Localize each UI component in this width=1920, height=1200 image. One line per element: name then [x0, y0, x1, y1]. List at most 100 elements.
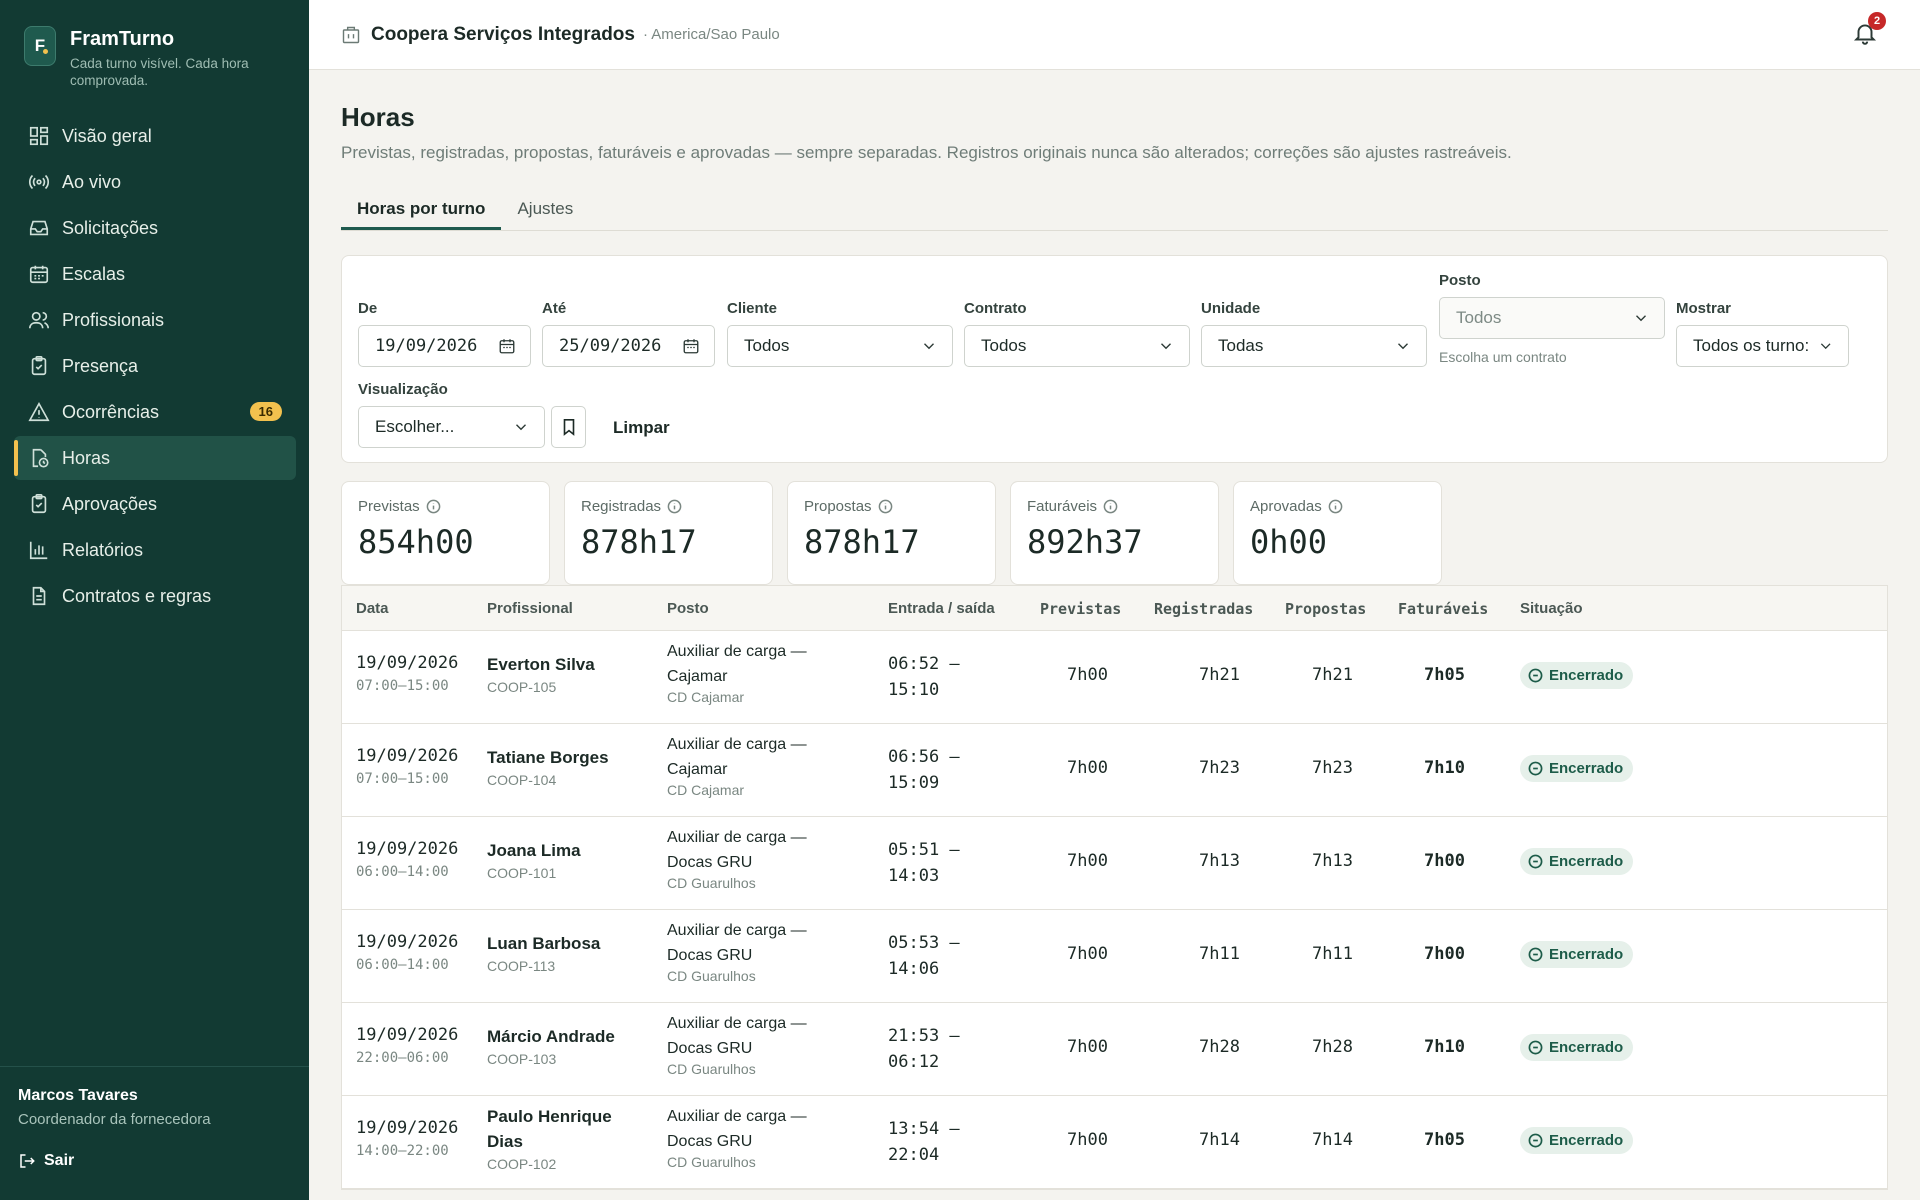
table-row[interactable]: 19/09/2026 06:00–14:00 Joana Lima COOP-1…	[342, 817, 1887, 910]
column-header-previstas[interactable]: Previstas	[1040, 600, 1121, 618]
tab-ajustes[interactable]: Ajustes	[501, 189, 589, 230]
column-header-situacao[interactable]: Situação	[1520, 600, 1583, 617]
cell-in-out: 13:54 – 22:04	[888, 1116, 978, 1168]
notifications-button[interactable]: 2	[1852, 12, 1886, 48]
column-header-data[interactable]: Data	[356, 600, 389, 617]
table-row[interactable]: 19/09/2026 07:00–15:00 Tatiane Borges CO…	[342, 724, 1887, 817]
date-to-input[interactable]: 25/09/2026	[542, 325, 715, 367]
in-out-times: 21:53 – 06:12	[888, 1023, 978, 1075]
sidebar-item-label: Presença	[62, 355, 139, 376]
saved-view-select[interactable]: Escolher...	[358, 406, 545, 448]
kpi-label: Propostas	[804, 498, 872, 515]
filter-contract-label: Contrato	[964, 300, 1027, 317]
professional-name[interactable]: Everton Silva	[487, 652, 637, 677]
filter-client: Cliente Todos	[727, 300, 953, 367]
date-from-input[interactable]: 19/09/2026	[358, 325, 531, 367]
kpi-value: 854h00	[358, 523, 474, 561]
logout-button[interactable]: Sair	[18, 1152, 291, 1170]
status-label: Encerrado	[1549, 760, 1624, 777]
sidebar-item-visao-geral[interactable]: Visão geral	[14, 114, 296, 158]
post-select[interactable]: Todos	[1439, 297, 1665, 339]
professional-name[interactable]: Luan Barbosa	[487, 931, 637, 956]
cell-professional: Márcio Andrade COOP-103	[487, 1024, 637, 1067]
hours-propostas: 7h23	[1312, 758, 1353, 778]
professional-name[interactable]: Paulo Henrique Dias	[487, 1104, 637, 1154]
table-row[interactable]: 19/09/2026 07:00–15:00 Everton Silva COO…	[342, 631, 1887, 724]
client-select-value: Todos	[744, 336, 790, 355]
broadcast-icon	[28, 174, 50, 190]
check-in-time: 21:53 –	[888, 1026, 960, 1046]
unit-select[interactable]: Todas	[1201, 325, 1427, 367]
column-header-faturaveis[interactable]: Faturáveis	[1398, 600, 1488, 618]
sidebar-item-aprovacoes[interactable]: Aprovações	[14, 482, 296, 526]
sidebar-item-relatorios[interactable]: Relatórios	[14, 528, 296, 572]
professional-name[interactable]: Tatiane Borges	[487, 745, 637, 770]
notification-count-badge: 2	[1868, 12, 1886, 30]
sidebar-nav: Visão geral Ao vivo Solicitações Escalas…	[14, 114, 296, 620]
calendar-icon[interactable]	[498, 337, 516, 355]
post-select-value: Todos	[1456, 308, 1502, 327]
show-select[interactable]: Todos os turno:	[1676, 325, 1849, 367]
post-name: Auxiliar de carga — Docas GRU	[667, 1108, 807, 1150]
cell-post: Auxiliar de carga — Docas GRU CD Guarulh…	[667, 825, 827, 891]
column-header-entrada-saida[interactable]: Entrada / saída	[888, 600, 995, 617]
info-icon[interactable]	[667, 499, 682, 514]
column-header-registradas[interactable]: Registradas	[1154, 600, 1253, 618]
in-out-times: 05:53 – 14:06	[888, 930, 978, 982]
chevron-down-icon	[1636, 315, 1646, 322]
save-view-button[interactable]	[551, 406, 586, 448]
check-out-time: 22:04	[888, 1145, 940, 1165]
table-row[interactable]: 19/09/2026 14:00–22:00 Paulo Henrique Di…	[342, 1096, 1887, 1189]
sidebar-item-horas[interactable]: Horas	[14, 436, 296, 480]
clear-filters-button[interactable]: Limpar	[613, 418, 670, 438]
hours-propostas: 7h13	[1312, 851, 1353, 871]
sidebar-item-label: Aprovações	[62, 493, 158, 514]
info-icon[interactable]	[426, 499, 441, 514]
in-out-times: 06:56 – 15:09	[888, 744, 978, 796]
info-icon[interactable]	[1103, 499, 1118, 514]
shift-schedule: 07:00–15:00	[356, 771, 449, 787]
table-row[interactable]: 19/09/2026 22:00–06:00 Márcio Andrade CO…	[342, 1003, 1887, 1096]
sidebar-item-label: Profissionais	[62, 309, 165, 330]
table-row[interactable]: 19/09/2026 06:00–14:00 Luan Barbosa COOP…	[342, 910, 1887, 1003]
contract-select[interactable]: Todos	[964, 325, 1190, 367]
sidebar-item-contratos[interactable]: Contratos e regras	[14, 574, 296, 618]
column-header-posto[interactable]: Posto	[667, 600, 709, 617]
sidebar-item-ocorrencias[interactable]: Ocorrências 16	[14, 390, 296, 434]
sidebar-item-ao-vivo[interactable]: Ao vivo	[14, 160, 296, 204]
contract-select-value: Todos	[981, 336, 1027, 355]
sidebar-item-solicitacoes[interactable]: Solicitações	[14, 206, 296, 250]
client-select[interactable]: Todos	[727, 325, 953, 367]
filter-post-label: Posto	[1439, 272, 1481, 289]
sidebar-item-escalas[interactable]: Escalas	[14, 252, 296, 296]
info-icon[interactable]	[1328, 499, 1343, 514]
user-name: Marcos Tavares	[18, 1087, 138, 1104]
filter-unit: Unidade Todas	[1201, 300, 1427, 367]
info-icon[interactable]	[878, 499, 893, 514]
filter-from: De 19/09/2026	[358, 300, 531, 367]
post-name: Auxiliar de carga — Cajamar	[667, 736, 807, 778]
hours-registradas: 7h11	[1199, 944, 1240, 964]
post-name: Auxiliar de carga — Cajamar	[667, 643, 807, 685]
filter-to: Até 25/09/2026	[542, 300, 715, 367]
professional-code: COOP-113	[487, 958, 556, 974]
sidebar-item-profissionais[interactable]: Profissionais	[14, 298, 296, 342]
professional-name[interactable]: Márcio Andrade	[487, 1024, 637, 1049]
cell-post: Auxiliar de carga — Docas GRU CD Guarulh…	[667, 918, 827, 984]
filter-post: Posto Todos Escolha um contrato	[1439, 272, 1665, 365]
kpi-label: Previstas	[358, 498, 420, 515]
page-subtitle: Previstas, registradas, propostas, fatur…	[341, 143, 1512, 162]
professional-code: COOP-104	[487, 772, 557, 788]
sidebar-item-label: Contratos e regras	[62, 585, 212, 606]
cell-date: 19/09/2026 22:00–06:00	[356, 1025, 458, 1066]
brand[interactable]: F FramTurno Cada turno visível. Cada hor…	[24, 26, 280, 89]
calendar-icon[interactable]	[682, 337, 700, 355]
column-header-propostas[interactable]: Propostas	[1285, 600, 1366, 618]
professional-name[interactable]: Joana Lima	[487, 838, 637, 863]
hours-faturaveis: 7h05	[1424, 1130, 1465, 1150]
sidebar-item-presenca[interactable]: Presença	[14, 344, 296, 388]
tab-horas-por-turno[interactable]: Horas por turno	[341, 189, 502, 230]
cell-status: Encerrado	[1520, 848, 1634, 875]
post-unit: CD Guarulhos	[667, 875, 756, 891]
column-header-profissional[interactable]: Profissional	[487, 600, 573, 617]
